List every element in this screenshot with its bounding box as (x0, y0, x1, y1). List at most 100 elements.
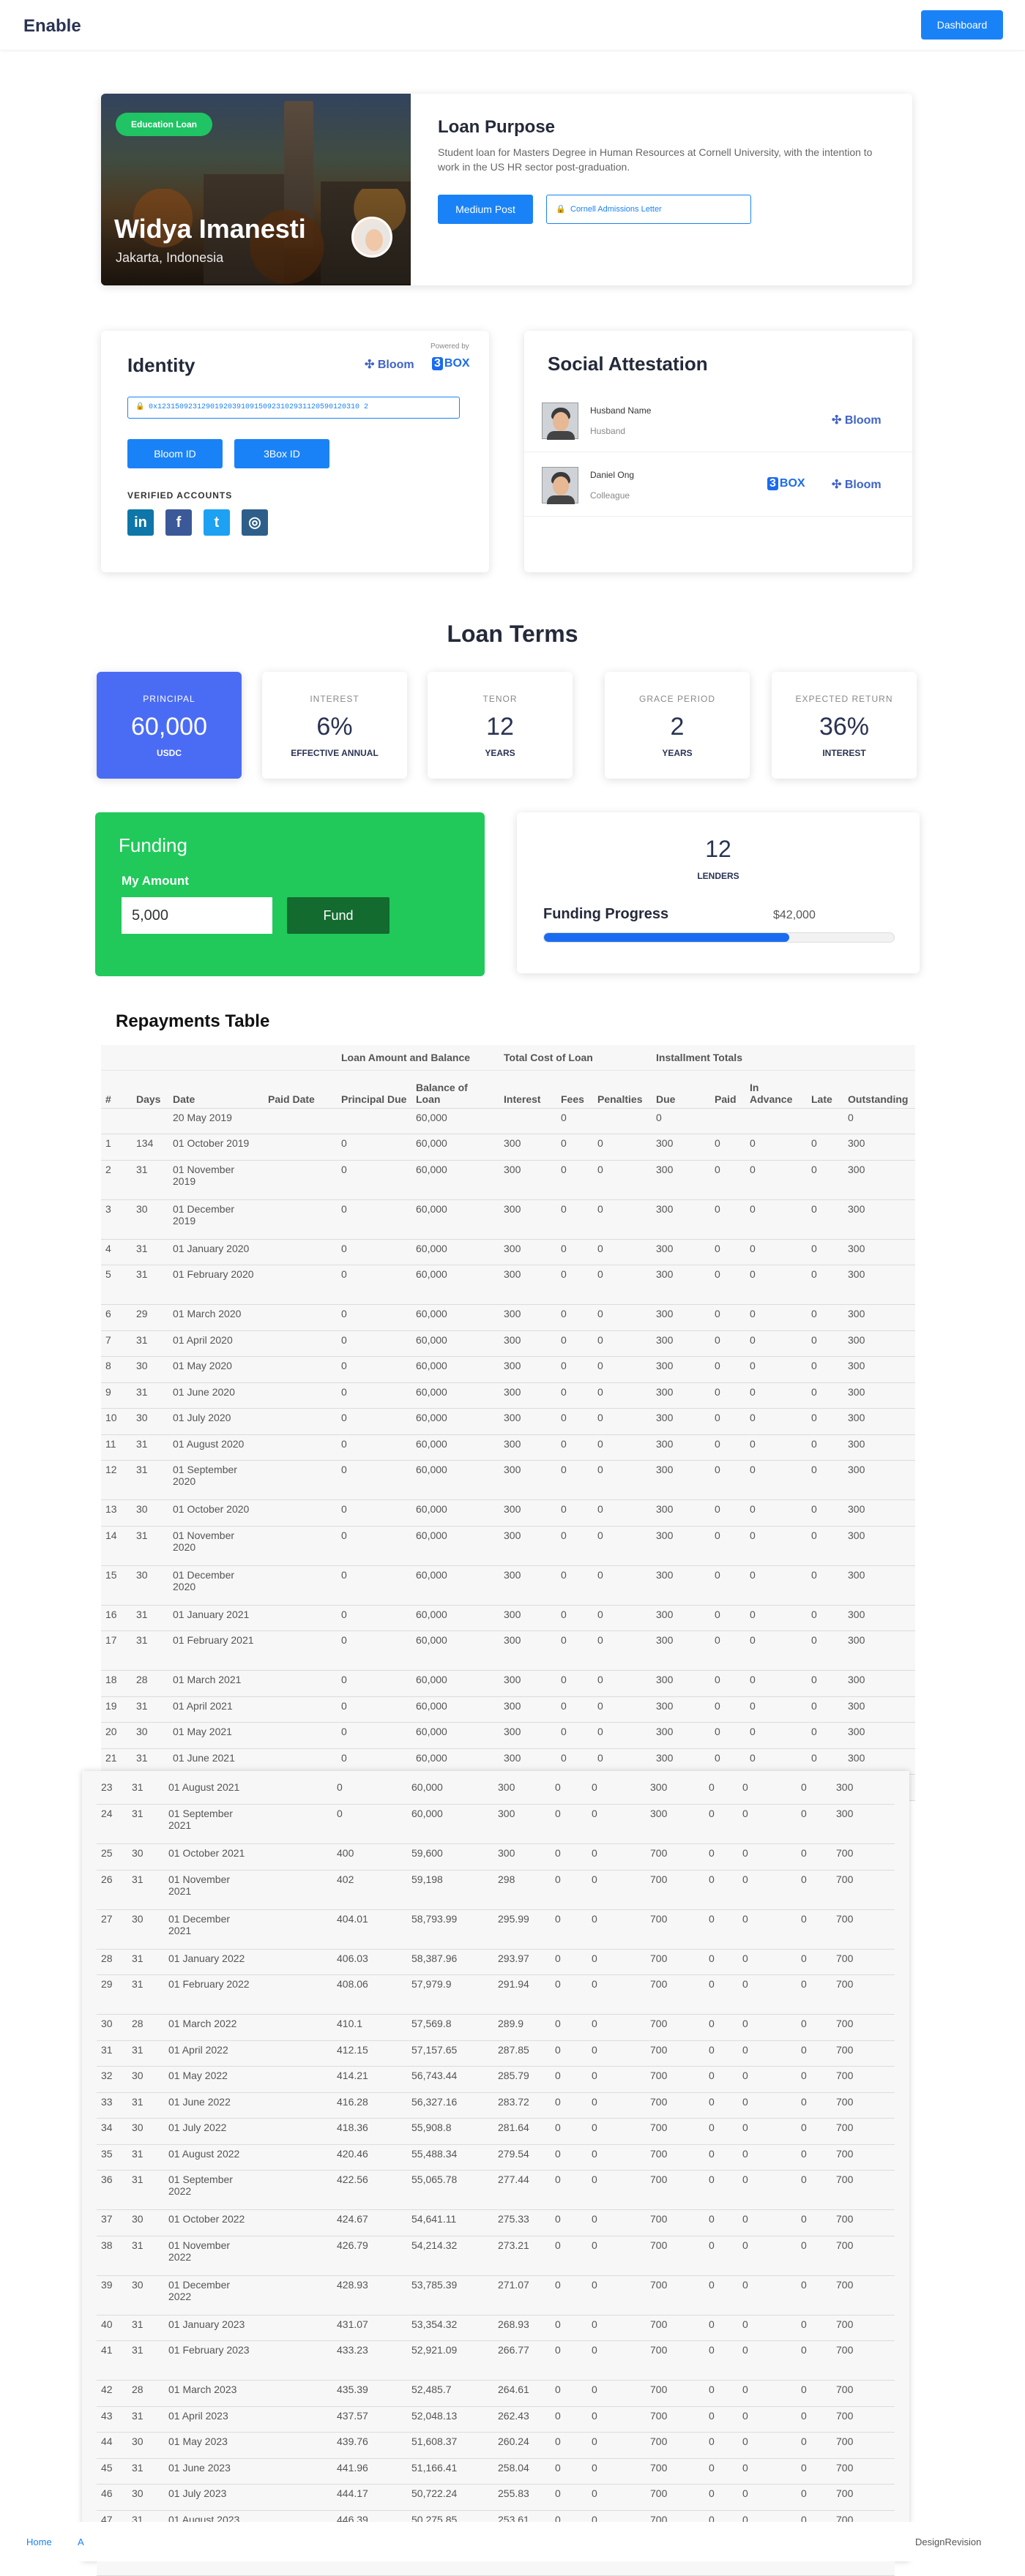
col-days-cell: 31 (127, 2092, 164, 2119)
table-row: 9 31 01 June 2020 0 60,000 300 0 0 300 0 0 0 300 (101, 1382, 915, 1409)
col-paid-date-cell (259, 2066, 332, 2093)
col-fees-cell: 0 (551, 2066, 587, 2093)
col-outstanding-cell: 300 (843, 1356, 915, 1383)
fund-button[interactable]: Fund (287, 897, 390, 934)
col-date-cell: 01 May 2021 (168, 1722, 264, 1749)
col-balance-cell: 54,641.11 (407, 2209, 493, 2236)
col-in-advance-cell: 0 (745, 1134, 807, 1161)
col-number-cell: 36 (97, 2170, 127, 2210)
loan-terms-title: Loan Terms (447, 621, 578, 647)
dashboard-button[interactable]: Dashboard (921, 10, 1003, 40)
col-late-cell: 0 (797, 2484, 832, 2511)
col-penalties-cell: 0 (593, 1630, 652, 1671)
3box-logo: 3 BOX (767, 477, 805, 490)
term-grace-period: GRACE PERIOD 2 YEARS (605, 672, 750, 779)
attester-avatar (542, 402, 578, 440)
col-date-cell: 01 December 2020 (168, 1565, 264, 1606)
col-balance-cell: 55,488.34 (407, 2144, 493, 2171)
col-principal-due-cell: 404.01 (332, 1909, 407, 1950)
col-balance-cell: 60,000 (411, 1630, 499, 1671)
funding-progress-fill (544, 933, 789, 942)
funding-progress-card: 12 LENDERS Funding Progress $42,000 (517, 812, 920, 973)
twitter-icon[interactable]: t (204, 509, 230, 536)
col-paid-date-cell (259, 1870, 332, 1910)
col-number-cell: 20 (101, 1722, 132, 1749)
col-paid-cell: 0 (704, 1974, 738, 2015)
col-paid-date-cell (259, 2170, 332, 2210)
linkedin-icon[interactable]: in (127, 509, 154, 536)
col-fees-cell: 0 (556, 1304, 593, 1331)
footer-link[interactable]: A (78, 2536, 84, 2547)
col-penalties-cell: 0 (593, 1670, 652, 1697)
col-balance-cell: 55,908.8 (407, 2118, 493, 2145)
col-in-advance-cell: 0 (745, 1434, 807, 1461)
col-due-cell: 300 (652, 1330, 710, 1357)
col-date-cell: 01 October 2019 (168, 1134, 264, 1161)
col-number-cell: 18 (101, 1670, 132, 1697)
col-date-cell: 01 June 2022 (164, 2092, 259, 2119)
footer-credit[interactable]: DesignRevision (915, 2536, 981, 2547)
col-paid-cell: 0 (704, 1870, 738, 1910)
col-date-cell: 01 June 2023 (164, 2458, 259, 2485)
col-interest-cell: 260.24 (493, 2432, 551, 2459)
col-outstanding-cell: 300 (843, 1434, 915, 1461)
brand-logo[interactable]: Enable (23, 16, 81, 37)
col-late-cell: 0 (797, 2040, 832, 2067)
table-row: 34 30 01 July 2022 418.36 55,908.8 281.64 0 0 70… (97, 2118, 895, 2145)
col-paid-cell: 0 (710, 1160, 745, 1200)
col-date-cell: 01 October 2020 (168, 1499, 264, 1527)
col-paid-cell: 0 (710, 1330, 745, 1357)
col-due-cell: 300 (652, 1526, 710, 1566)
col-penalties-cell: 0 (587, 2340, 646, 2381)
col-in-advance-cell: 0 (745, 1696, 807, 1723)
funding-card: Funding My Amount 5,000 Fund (95, 812, 485, 976)
admissions-letter-button[interactable]: 🔒 Cornell Admissions Letter (546, 195, 751, 224)
col-number-cell: 29 (97, 1974, 127, 2015)
col-principal-due-cell: 0 (337, 1434, 411, 1461)
wallet-address-field[interactable]: 🔒 0x123150923129019203910915092310293112… (127, 397, 460, 419)
col-principal-due-cell: 0 (337, 1499, 411, 1527)
footer-home-link[interactable]: Home (26, 2536, 52, 2547)
col-fees-cell: 0 (551, 2315, 587, 2341)
col-penalties-header: Penalties (593, 1070, 652, 1109)
col-outstanding-cell: 300 (843, 1499, 915, 1527)
col-days-cell: 31 (132, 1526, 168, 1566)
bloom-icon: ✣ (832, 479, 842, 491)
medium-post-button[interactable]: Medium Post (438, 195, 533, 224)
col-principal-due-cell: 0 (337, 1199, 411, 1240)
col-balance-cell: 60,000 (407, 1778, 493, 1805)
col-principal-due-cell: 0 (337, 1565, 411, 1606)
col-balance-cell: 60,000 (411, 1160, 499, 1200)
col-interest-cell: 295.99 (493, 1909, 551, 1950)
col-in-advance-cell: 0 (738, 1843, 797, 1871)
col-days-cell: 31 (132, 1382, 168, 1409)
col-paid-date-cell (264, 1434, 337, 1461)
col-days-cell: 30 (132, 1199, 168, 1240)
col-due-cell: 300 (652, 1630, 710, 1671)
col-date-cell: 01 December 2019 (168, 1199, 264, 1240)
group-header-loan: Loan Amount and Balance (337, 1045, 499, 1071)
lenders-label: LENDERS (697, 871, 739, 881)
col-paid-date-cell (264, 1408, 337, 1435)
instagram-icon[interactable]: ◎ (242, 509, 268, 536)
col-fees-cell: 0 (556, 1434, 593, 1461)
col-late-cell: 0 (797, 2406, 832, 2433)
amount-input[interactable]: 5,000 (122, 897, 272, 934)
bloom-id-button[interactable]: Bloom ID (127, 439, 223, 468)
attestation-row[interactable]: Daniel Ong Colleague 3 BOX ✣ Bloom (524, 452, 912, 517)
col-due-cell: 300 (652, 1356, 710, 1383)
col-due-header: Due (652, 1070, 710, 1109)
col-interest-cell: 300 (499, 1434, 556, 1461)
col-due-cell: 300 (646, 1804, 704, 1844)
col-number-cell: 28 (97, 1949, 127, 1975)
col-fees-cell: 0 (551, 2209, 587, 2236)
col-days-cell: 31 (127, 1974, 164, 2015)
3box-id-button[interactable]: 3Box ID (234, 439, 329, 468)
col-days-cell: 31 (127, 2315, 164, 2341)
attestation-row[interactable]: Husband Name Husband ✣ Bloom (524, 388, 912, 452)
col-paid-date-cell (259, 1949, 332, 1975)
col-date-cell: 01 April 2022 (164, 2040, 259, 2067)
facebook-icon[interactable]: f (165, 509, 192, 536)
col-paid-date-cell (259, 2236, 332, 2276)
col-balance-cell: 60,000 (411, 1670, 499, 1697)
